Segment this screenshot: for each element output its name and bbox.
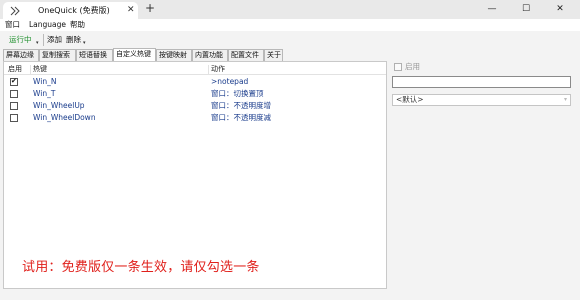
- menu-window[interactable]: 窗口: [5, 19, 20, 31]
- tab-about[interactable]: 关于: [264, 49, 283, 61]
- action-cell: 窗口：切换置顶: [211, 89, 264, 98]
- hotkey-name-input[interactable]: [392, 76, 571, 88]
- hotkey-cell: Win_T: [33, 89, 56, 98]
- header-hotkey[interactable]: 热键: [33, 65, 47, 74]
- menu-language[interactable]: Language: [29, 19, 66, 31]
- running-status-button[interactable]: 运行中: [9, 34, 32, 45]
- enable-toggle-checkbox[interactable]: [394, 63, 402, 71]
- tab-builtin[interactable]: 内置功能: [192, 49, 228, 61]
- hotkey-cell: Win_WheelUp: [33, 101, 85, 110]
- toolbar: 运行中 ▾ 添加 删除 ▾: [0, 31, 580, 49]
- tab-phrase-replace[interactable]: 短语替换: [76, 49, 113, 61]
- table-row[interactable]: Win_T 窗口：切换置顶: [4, 88, 386, 100]
- hotkey-cell: Win_WheelDown: [33, 113, 96, 122]
- header-divider: [30, 65, 31, 75]
- table-row[interactable]: ✔ Win_N >notepad: [4, 76, 386, 88]
- toolbar-divider: [43, 34, 44, 46]
- action-cell: 窗口：不透明度增: [211, 101, 271, 110]
- menu-bar: 窗口 Language 帮助: [0, 19, 580, 31]
- tab-title: OneQuick (免费版): [38, 6, 110, 15]
- running-dropdown-icon[interactable]: ▾: [36, 40, 39, 46]
- header-action[interactable]: 动作: [211, 65, 225, 74]
- trial-notice: 试用：免费版仅一条生效，请仅勾选一条: [22, 260, 260, 275]
- tab-screen-edge[interactable]: 屏幕边缘: [3, 49, 39, 61]
- chevron-down-icon: ▾: [563, 96, 567, 103]
- delete-dropdown-icon[interactable]: ▾: [83, 40, 86, 46]
- enable-checkbox[interactable]: [10, 102, 18, 110]
- enable-checkbox[interactable]: [10, 114, 18, 122]
- header-enabled[interactable]: 启用: [8, 65, 22, 74]
- tab-config-file[interactable]: 配置文件: [228, 49, 264, 61]
- table-row[interactable]: Win_WheelDown 窗口：不透明度减: [4, 112, 386, 124]
- add-button[interactable]: 添加: [47, 34, 62, 45]
- action-cell: >notepad: [211, 77, 249, 86]
- enable-label: 启用: [405, 62, 420, 71]
- tab-key-mapping[interactable]: 按键映射: [156, 49, 192, 61]
- action-cell: 窗口：不透明度减: [211, 113, 271, 122]
- new-tab-button[interactable]: +: [145, 2, 155, 15]
- enable-checkbox[interactable]: [10, 90, 18, 98]
- close-button[interactable]: ✕: [543, 0, 577, 19]
- tab-custom-hotkey[interactable]: 自定义热键: [113, 48, 156, 61]
- hotkey-cell: Win_N: [33, 77, 57, 86]
- minimize-button[interactable]: —: [475, 0, 509, 19]
- hotkey-list: 启用 热键 动作 ✔ Win_N >notepad Win_T 窗口：切换置顶 …: [3, 61, 387, 289]
- check-icon: ✔: [11, 77, 17, 85]
- delete-button[interactable]: 删除: [66, 34, 81, 45]
- maximize-button[interactable]: ☐: [509, 0, 543, 19]
- default-select-value: <默认>: [396, 95, 424, 104]
- enable-checkbox[interactable]: ✔: [10, 77, 18, 86]
- default-select[interactable]: <默认> ▾: [392, 94, 571, 106]
- header-divider: [208, 65, 209, 75]
- tab-copy-search[interactable]: 复制搜索: [39, 49, 76, 61]
- title-bar: OneQuick (免费版) ✕ + — ☐ ✕: [0, 0, 580, 19]
- table-row[interactable]: Win_WheelUp 窗口：不透明度增: [4, 100, 386, 112]
- app-tab[interactable]: OneQuick (免费版) ✕: [3, 2, 138, 19]
- menu-help[interactable]: 帮助: [70, 19, 85, 31]
- list-header: 启用 热键 动作: [4, 65, 386, 75]
- chevrons-icon: [10, 6, 20, 16]
- tab-close-icon[interactable]: ✕: [127, 5, 135, 16]
